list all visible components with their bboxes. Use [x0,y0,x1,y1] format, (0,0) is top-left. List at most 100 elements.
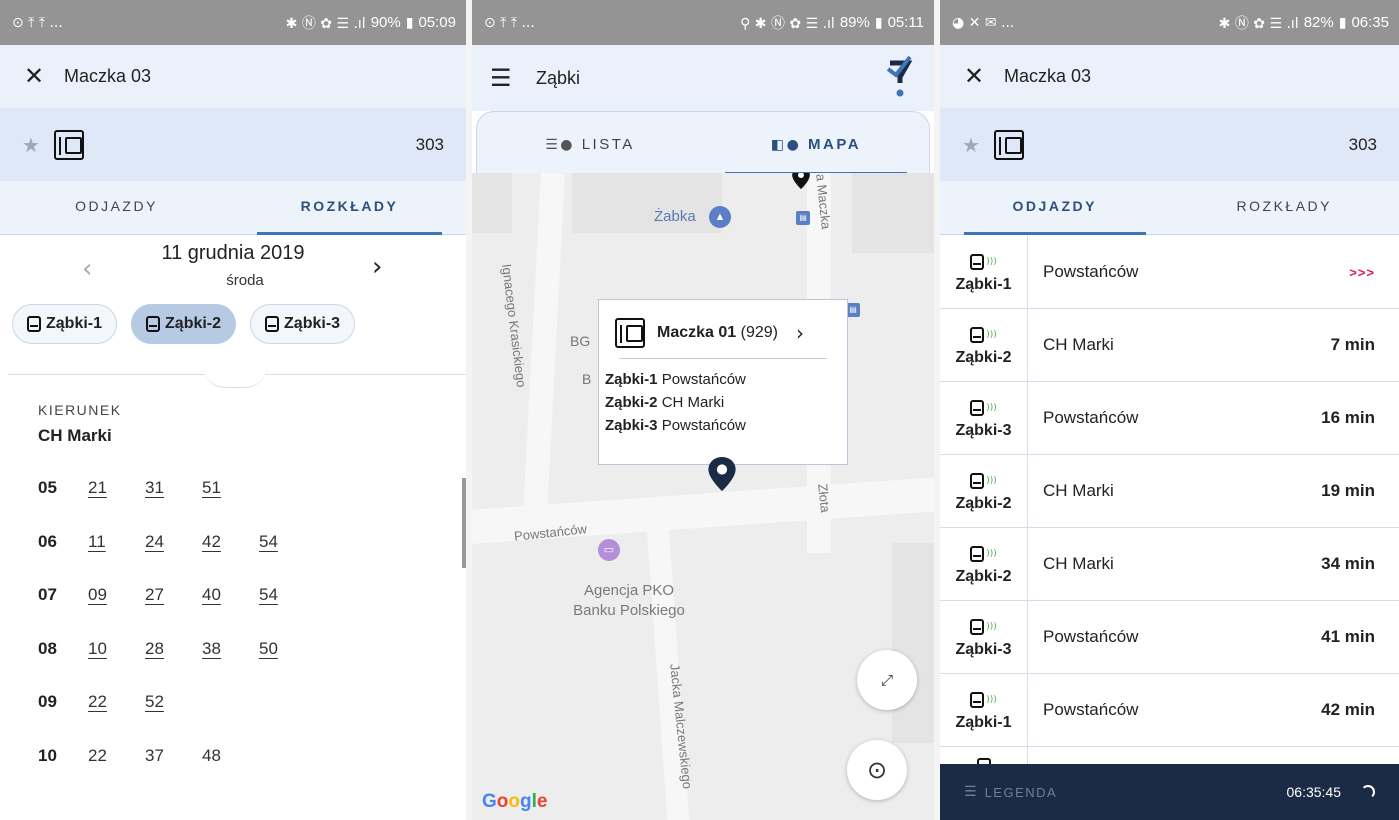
timetable-minute[interactable]: 40 [202,585,259,605]
departure-row[interactable]: ))) Ząbki-2 CH Marki 19 min [940,455,1399,528]
departure-time: 19 min [1321,481,1375,500]
timetable-row: 08 10 28 38 50 [38,639,316,693]
departure-row[interactable]: ))) Ząbki-1 Powstańców >>> [940,236,1399,309]
bus-icon [146,316,161,332]
logo-letter: o [496,791,509,812]
departure-row[interactable]: ))) Ząbki-3 Powstańców 41 min [940,601,1399,674]
realtime-bus-icon: ))) [970,470,997,492]
tab-map-label: MAPA [808,136,862,153]
logo-letter: g [520,791,532,812]
menu-icon[interactable]: ☰ [490,64,536,92]
status-right-icons: ⚲ ✱ Ⓝ ✿ ☰ .ıl [740,15,835,32]
selected-stop-pin-icon[interactable] [708,457,736,491]
google-logo: Google [482,791,547,813]
departure-row[interactable]: ))) Ząbki-3 Powstańców 16 min [940,382,1399,455]
status-right-icons: ✱ Ⓝ ✿ ☰ .ıl [1218,15,1299,32]
map-icon: ◧● [770,137,802,153]
popup-line-item: Ząbki-2 CH Marki [605,391,746,414]
timetable-minute[interactable]: 52 [145,692,202,712]
departure-row[interactable]: ))) Ząbki-2 CH Marki 34 min [940,528,1399,601]
tab-list-label: LISTA [581,136,635,153]
fullscreen-icon[interactable]: ⤢ [857,650,917,710]
bus-stop-marker-icon[interactable]: ▤ [796,211,810,225]
bank-icon[interactable]: ▭ [598,539,620,561]
departure-line: ))) Ząbki-2 [940,309,1028,381]
wifi-signal-icon: ))) [986,402,997,413]
departure-destination: Powstańców [1043,262,1139,281]
timetable-minute[interactable]: 27 [145,585,202,605]
timetable-minute[interactable]: 21 [88,478,145,498]
popup-stop-code: (929) [740,324,778,341]
favorite-star-icon[interactable]: ★ [22,133,48,157]
favorite-star-icon[interactable]: ★ [962,133,988,157]
timetable-minute[interactable]: 24 [145,532,202,552]
tab-departures[interactable]: ODJAZDY [940,181,1170,235]
tab-map[interactable]: ◧● MAPA [703,112,929,175]
line-name: Ząbki-1 [605,371,658,388]
departure-row[interactable]: ))) Ząbki-1 Powstańców 42 min [940,674,1399,747]
timetable-minute[interactable]: 22 [88,746,145,766]
poi-bank-line: Agencja PKO [583,582,675,599]
bus-icon [970,472,985,489]
legend-list-icon[interactable]: ☰ [964,784,977,800]
timetable-minute[interactable]: 54 [259,532,316,552]
tab-list[interactable]: ☰● LISTA [477,112,703,173]
my-location-icon[interactable]: ⊙ [847,740,907,800]
line-chip[interactable]: Ząbki-1 [12,304,118,344]
location-pin-icon[interactable] [790,173,812,189]
tab-bar: ODJAZDY ROZKŁADY [940,181,1399,235]
departure-destination: CH Marki [1043,335,1114,354]
status-time: 05:11 [887,14,924,31]
stop-number: 303 [1348,134,1377,154]
stop-popup[interactable]: Maczka 01 (929) › Ząbki-1 Powstańców Ząb… [598,299,848,465]
timetable-minute[interactable]: 42 [202,532,259,552]
timetable-minute[interactable]: 22 [88,692,145,712]
departure-time: 7 min [1330,335,1375,354]
timetable-minute[interactable]: 48 [202,746,259,766]
timetable-minute[interactable]: 38 [202,639,259,659]
refresh-spinner-icon [1361,785,1375,799]
realtime-bus-icon: ))) [970,251,997,273]
timetable-minute[interactable]: 28 [145,639,202,659]
line-name: Ząbki-3 [955,421,1012,439]
street-label: Ignacego Krasickiego [499,263,530,389]
map-view[interactable]: Ignacego Krasickiego Powstańców Jacka Ma… [472,173,934,820]
line-name: Ząbki-2 [605,394,658,411]
timetable-minute[interactable]: 11 [88,532,145,552]
bus-icon [970,326,985,343]
timetable-minute[interactable]: 50 [259,639,316,659]
legend-button[interactable]: LEGENDA [985,785,1058,800]
chevron-right-icon[interactable]: › [372,252,382,282]
close-icon[interactable]: ✕ [964,62,1004,90]
chevron-right-icon[interactable]: › [796,321,804,345]
timetable-minute[interactable]: 09 [88,585,145,605]
bus-stop-icon [615,318,645,348]
logo-letter: G [482,791,497,812]
line-chip[interactable]: Ząbki-3 [250,304,356,344]
departure-row[interactable]: ))) Ząbki-2 CH Marki 7 min [940,309,1399,382]
shop-icon[interactable]: ▲ [709,206,731,228]
realtime-bus-icon: ))) [970,397,997,419]
tab-timetables[interactable]: ROZKŁADY [233,181,466,235]
divider-notch [203,366,267,388]
line-chip-selected[interactable]: Ząbki-2 [131,304,237,344]
direction-label: KIERUNEK [38,402,122,418]
tab-timetables[interactable]: ROZKŁADY [1170,181,1399,234]
line-name: Ząbki-3 [605,417,658,434]
departure-line: ))) Ząbki-2 [940,455,1028,527]
help-icon[interactable] [884,55,914,101]
bus-icon [970,399,985,416]
poi-bank-label: Agencja PKO Banku Polskiego [564,581,694,621]
timetable-minute[interactable]: 51 [202,478,259,498]
timetable-minute[interactable]: 54 [259,585,316,605]
street-label: Złota [815,483,834,514]
status-left-icons: ◕ ✕ ✉ ... [952,14,1015,31]
line-name: Ząbki-2 [955,567,1012,585]
close-icon[interactable]: ✕ [24,62,64,90]
timetable-minute[interactable]: 37 [145,746,202,766]
battery-level: 90% [370,14,401,31]
tab-departures[interactable]: ODJAZDY [0,181,233,234]
bus-stop-marker-icon[interactable]: ▤ [846,303,860,317]
timetable-minute[interactable]: 10 [88,639,145,659]
timetable-minute[interactable]: 31 [145,478,202,498]
